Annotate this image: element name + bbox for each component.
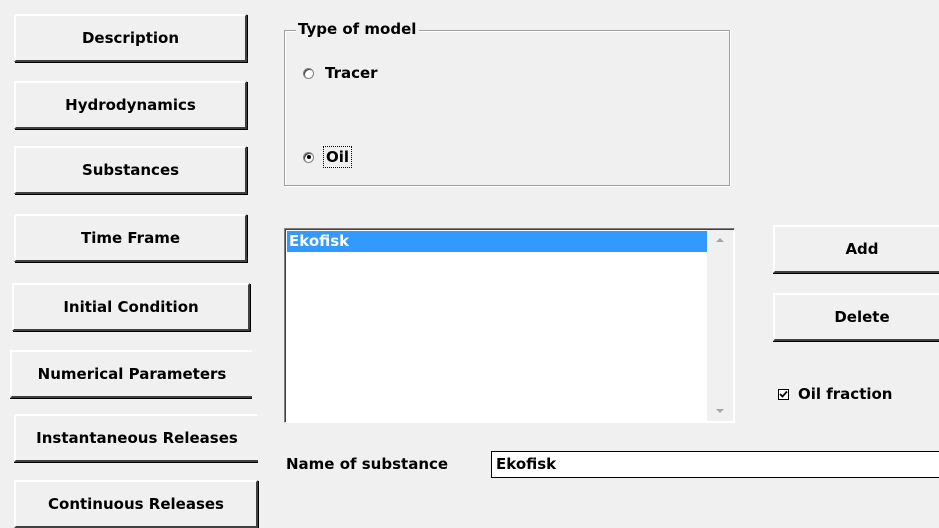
description-button[interactable]: Description [14,14,247,62]
radio-oil[interactable]: Oil [303,146,353,168]
list-item[interactable]: Ekofisk [287,231,707,252]
substance-listbox[interactable]: Ekofisk [284,228,735,423]
continuous-releases-button-label: Continuous Releases [48,495,224,513]
scroll-down-arrow-icon[interactable] [716,409,724,413]
vertical-scrollbar[interactable] [707,230,733,421]
hydrodynamics-button-label: Hydrodynamics [65,96,196,114]
delete-button-label: Delete [834,308,890,326]
model-type-groupbox [284,30,730,186]
time-frame-button[interactable]: Time Frame [14,214,247,262]
scroll-up-arrow-icon[interactable] [716,238,724,242]
description-button-label: Description [81,29,180,47]
continuous-releases-button[interactable]: Continuous Releases [14,480,258,528]
hydrodynamics-button[interactable]: Hydrodynamics [14,81,247,129]
time-frame-button-label: Time Frame [80,229,180,247]
radio-tracer-label: Tracer [325,64,378,82]
radio-oil-selected-icon[interactable] [303,151,314,163]
oil-fraction-label: Oil fraction [798,385,893,403]
radio-tracer[interactable]: Tracer [303,62,378,84]
checkbox-checked-icon[interactable] [778,388,789,400]
oil-fraction-checkbox-row[interactable]: Oil fraction [778,383,893,405]
add-button-label: Add [845,240,879,258]
model-type-title: Type of model [296,19,420,39]
instantaneous-releases-button-label: Instantaneous Releases [36,429,238,447]
radio-oil-label: Oil [322,146,353,168]
numerical-parameters-button[interactable]: Numerical Parameters [10,350,252,398]
numerical-parameters-button-label: Numerical Parameters [37,365,227,383]
name-of-substance-input[interactable]: Ekofisk [491,451,939,478]
radio-tracer-circle-icon[interactable] [303,67,314,79]
add-button[interactable]: Add [773,225,939,273]
instantaneous-releases-button[interactable]: Instantaneous Releases [14,414,258,462]
initial-condition-button[interactable]: Initial Condition [12,283,250,331]
substances-button[interactable]: Substances [14,146,247,194]
substances-button-label: Substances [81,161,180,179]
delete-button[interactable]: Delete [773,293,939,341]
name-of-substance-label: Name of substance [286,455,449,473]
initial-condition-button-label: Initial Condition [63,298,199,316]
